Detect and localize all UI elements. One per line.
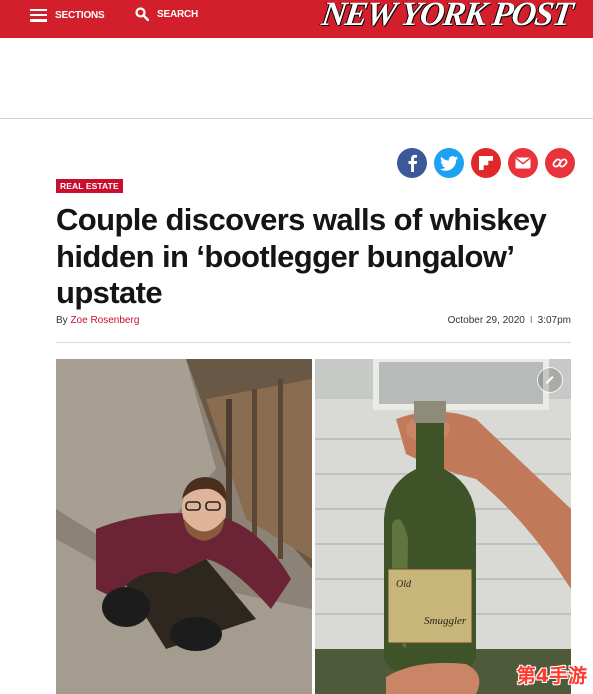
divider	[56, 342, 571, 343]
bottle-label-name: Smuggler	[424, 615, 467, 627]
facebook-icon	[408, 154, 418, 172]
article-headline: Couple discovers walls of whiskey hidden…	[56, 202, 547, 310]
section-tag[interactable]: REAL ESTATE	[56, 179, 123, 193]
hamburger-icon	[30, 8, 47, 22]
link-icon	[552, 158, 568, 168]
author-link[interactable]: Zoe Rosenberg	[70, 315, 139, 326]
divider	[0, 118, 593, 119]
email-icon	[515, 157, 531, 169]
photo-right-panel: Old Smuggler	[315, 359, 571, 694]
share-twitter-button[interactable]	[434, 148, 464, 178]
time-text: 3:07pm	[537, 315, 571, 326]
sections-label: SECTIONS	[55, 9, 105, 21]
date-text: October 29, 2020	[447, 315, 525, 326]
share-email-button[interactable]	[508, 148, 538, 178]
search-label: SEARCH	[157, 8, 199, 20]
search-button[interactable]: SEARCH	[135, 5, 198, 23]
date-separator: I	[529, 315, 533, 326]
sections-menu-button[interactable]: SECTIONS	[30, 6, 105, 24]
publish-date: October 29, 2020 I 3:07pm	[448, 315, 571, 326]
share-link-button[interactable]	[545, 148, 575, 178]
share-facebook-button[interactable]	[397, 148, 427, 178]
site-logo[interactable]: NEW YORK POST	[319, 0, 574, 34]
article-photo[interactable]: Old Smuggler	[56, 359, 571, 694]
flipboard-icon	[479, 156, 493, 170]
byline: By Zoe Rosenberg	[56, 315, 139, 326]
ad-placeholder	[0, 38, 593, 118]
byline-prefix: By	[56, 315, 68, 326]
twitter-icon	[440, 155, 458, 171]
photo-left-panel	[56, 359, 312, 694]
watermark: 第4手游	[516, 665, 587, 687]
site-header: SECTIONS SEARCH NEW YORK POST	[0, 0, 593, 38]
bottle-label-brand: Old	[396, 579, 412, 590]
search-icon	[135, 7, 149, 21]
expand-photo-button[interactable]	[537, 367, 563, 393]
share-bar	[397, 148, 575, 178]
share-flipboard-button[interactable]	[471, 148, 501, 178]
